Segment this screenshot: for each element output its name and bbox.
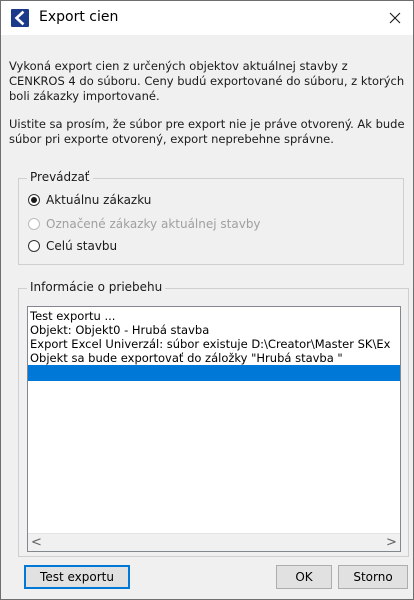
log-line-selected[interactable] xyxy=(28,365,400,381)
radio-selected-orders: Označené zákazky aktuálnej stavby xyxy=(28,215,261,233)
log-line: Export Excel Univerzál: súbor existuje D… xyxy=(30,337,391,351)
info-group-legend: Informácie o priebehu xyxy=(27,280,166,294)
export-app-icon xyxy=(11,9,29,27)
dialog-content: Vykoná export cien z určených objektov a… xyxy=(1,35,413,599)
radio-indicator[interactable] xyxy=(28,194,40,206)
export-dialog: Export cien Vykoná export cien z určenýc… xyxy=(0,0,414,600)
description-paragraph-1: Vykoná export cien z určených objektov a… xyxy=(9,59,405,103)
log-line: Test exportu ... xyxy=(30,309,116,323)
process-group: Prevádzať Aktuálnu zákazku Označené záka… xyxy=(18,170,404,265)
cancel-button[interactable]: Storno xyxy=(338,565,408,589)
progress-log[interactable]: Test exportu ... Objekt: Objekt0 - Hrubá… xyxy=(27,306,401,552)
radio-indicator[interactable] xyxy=(28,240,40,252)
description: Vykoná export cien z určených objektov a… xyxy=(9,59,405,147)
ok-button[interactable]: OK xyxy=(276,565,332,589)
close-icon[interactable] xyxy=(383,6,407,30)
title-bar: Export cien xyxy=(1,1,413,35)
window-title: Export cien xyxy=(39,9,119,25)
log-line: Objekt: Objekt0 - Hrubá stavba xyxy=(30,323,210,337)
log-line: Objekt sa bude exportovať do záložky "Hr… xyxy=(30,351,343,365)
description-paragraph-2: Uistite sa prosím, že súbor pre export n… xyxy=(9,117,405,146)
radio-indicator xyxy=(28,218,40,230)
radio-current-order[interactable]: Aktuálnu zákazku xyxy=(28,191,151,209)
process-group-legend: Prevádzať xyxy=(27,170,93,184)
scroll-left-icon[interactable]: < xyxy=(28,534,45,551)
scroll-right-icon[interactable]: > xyxy=(383,534,400,551)
horizontal-scrollbar[interactable]: < > xyxy=(28,533,400,551)
radio-label: Aktuálnu zákazku xyxy=(46,193,152,207)
test-export-button[interactable]: Test exportu xyxy=(24,565,130,589)
radio-label: Celú stavbu xyxy=(46,239,118,253)
info-group: Informácie o priebehu Test exportu ... O… xyxy=(18,280,409,557)
radio-label: Označené zákazky aktuálnej stavby xyxy=(46,217,261,231)
radio-whole-building[interactable]: Celú stavbu xyxy=(28,237,117,255)
